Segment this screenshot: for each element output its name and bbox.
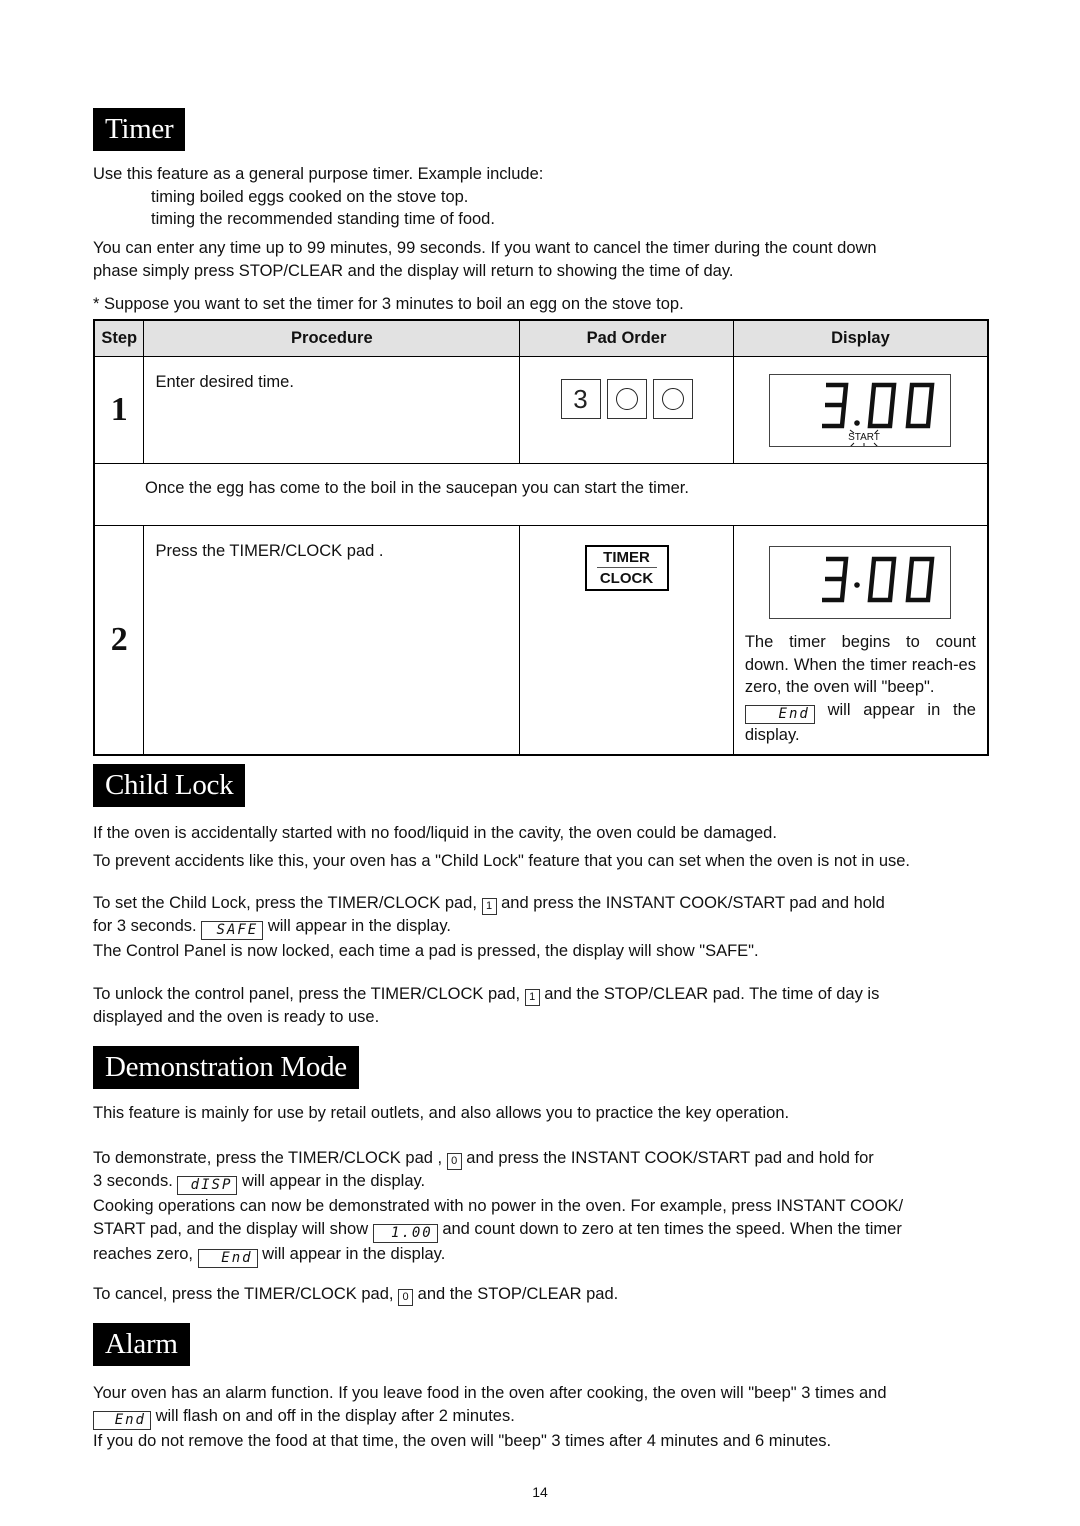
- header-pad-order: Pad Order: [519, 319, 734, 357]
- header-step: Step: [93, 319, 145, 357]
- timer-clock-pad: TIMER CLOCK: [584, 545, 669, 591]
- demo-cancel-text: To cancel, press the TIMER/CLOCK pad, 0 …: [93, 1283, 989, 1306]
- start-indicator: START: [848, 432, 880, 443]
- alarm-heading: Alarm: [93, 1323, 190, 1366]
- step-pad-order: 3: [519, 356, 734, 464]
- pad-key-0: [652, 379, 693, 419]
- child-lock-set-text: for 3 seconds. SAFE will appear in the d…: [93, 917, 451, 940]
- key-0-icon: 0: [446, 1153, 462, 1170]
- lcd-end: End: [197, 1248, 258, 1268]
- demo-text: This feature is mainly for use by retail…: [93, 1104, 790, 1122]
- timer-example: timing the recommended standing time of …: [151, 210, 495, 228]
- step-display: START: [732, 356, 989, 464]
- child-lock-text: To prevent accidents like this, your ove…: [93, 852, 911, 870]
- alarm-text: End will flash on and off in the display…: [93, 1405, 989, 1430]
- alarm-text: Your oven has an alarm function. If you …: [93, 1384, 887, 1402]
- step-display: The timer begins to count down. When the…: [732, 525, 989, 756]
- demo-text: Cooking operations can now be demonstrat…: [93, 1197, 904, 1215]
- table-row-note: Once the egg has come to the boil in the…: [93, 463, 989, 526]
- lcd-disp: dISP: [177, 1176, 238, 1195]
- table-header-row: Step Procedure Pad Order Display: [93, 319, 989, 357]
- step-number: 2: [93, 525, 145, 756]
- lcd-display: START: [769, 374, 952, 447]
- step-display-note: The timer begins to count down. When the…: [744, 633, 976, 744]
- child-lock-locked-text: The Control Panel is now locked, each ti…: [93, 942, 759, 960]
- lcd-1-00: 1.00: [372, 1223, 438, 1243]
- child-lock-heading: Child Lock: [93, 764, 246, 807]
- timer-example-note: * Suppose you want to set the timer for …: [93, 295, 684, 313]
- demo-text: 3 seconds. dISP will appear in the displ…: [93, 1172, 426, 1195]
- step-number: 1: [93, 356, 145, 464]
- page-number: 14: [532, 1484, 548, 1500]
- alarm-text: If you do not remove the food at that ti…: [93, 1431, 832, 1450]
- timer-paragraph: You can enter any time up to 99 minutes,…: [93, 239, 877, 257]
- lcd-safe: SAFE: [201, 921, 264, 940]
- header-procedure: Procedure: [143, 319, 521, 357]
- child-lock-unlock-text: To unlock the control panel, press the T…: [93, 983, 989, 1006]
- demo-text: START pad, and the display will show 1.0…: [93, 1219, 902, 1243]
- between-steps-note: Once the egg has come to the boil in the…: [93, 463, 989, 526]
- key-0-icon: 0: [398, 1289, 414, 1306]
- step-procedure: Press the TIMER/CLOCK pad .: [143, 525, 521, 756]
- child-lock-text: If the oven is accidentally started with…: [93, 824, 777, 842]
- lcd-readout-300-start: START: [822, 382, 935, 446]
- step-procedure: Enter desired time.: [143, 356, 521, 464]
- timer-paragraph: phase simply press STOP/CLEAR and the di…: [93, 261, 734, 280]
- lcd-end: End: [93, 1410, 151, 1430]
- key-1-icon: 1: [524, 989, 540, 1006]
- pad-key-0: [606, 379, 647, 419]
- header-display: Display: [732, 319, 989, 357]
- lcd-display: [769, 546, 952, 619]
- demo-text: To demonstrate, press the TIMER/CLOCK pa…: [93, 1147, 989, 1170]
- table-row-step-1: 1 Enter desired time. 3 START: [93, 356, 989, 464]
- timer-example: timing boiled eggs cooked on the stove t…: [151, 187, 469, 206]
- pad-key-3: 3: [560, 379, 601, 419]
- child-lock-set-text: To set the Child Lock, press the TIMER/C…: [93, 892, 989, 915]
- lcd-end: End: [744, 704, 815, 724]
- timer-steps-table: Step Procedure Pad Order Display 1 Enter…: [93, 319, 989, 756]
- table-row-step-2: 2 Press the TIMER/CLOCK pad . TIMER CLOC…: [93, 525, 989, 756]
- demo-text: reaches zero, End will appear in the dis…: [93, 1244, 446, 1268]
- demo-mode-heading: Demonstration Mode: [93, 1046, 359, 1089]
- child-lock-unlock-text: displayed and the oven is ready to use.: [93, 1008, 380, 1026]
- timer-heading: Timer: [93, 108, 186, 151]
- timer-intro: Use this feature as a general purpose ti…: [93, 165, 544, 183]
- key-1-icon: 1: [481, 898, 497, 915]
- lcd-readout-300: [822, 556, 935, 603]
- step-pad-order: TIMER CLOCK: [519, 525, 734, 756]
